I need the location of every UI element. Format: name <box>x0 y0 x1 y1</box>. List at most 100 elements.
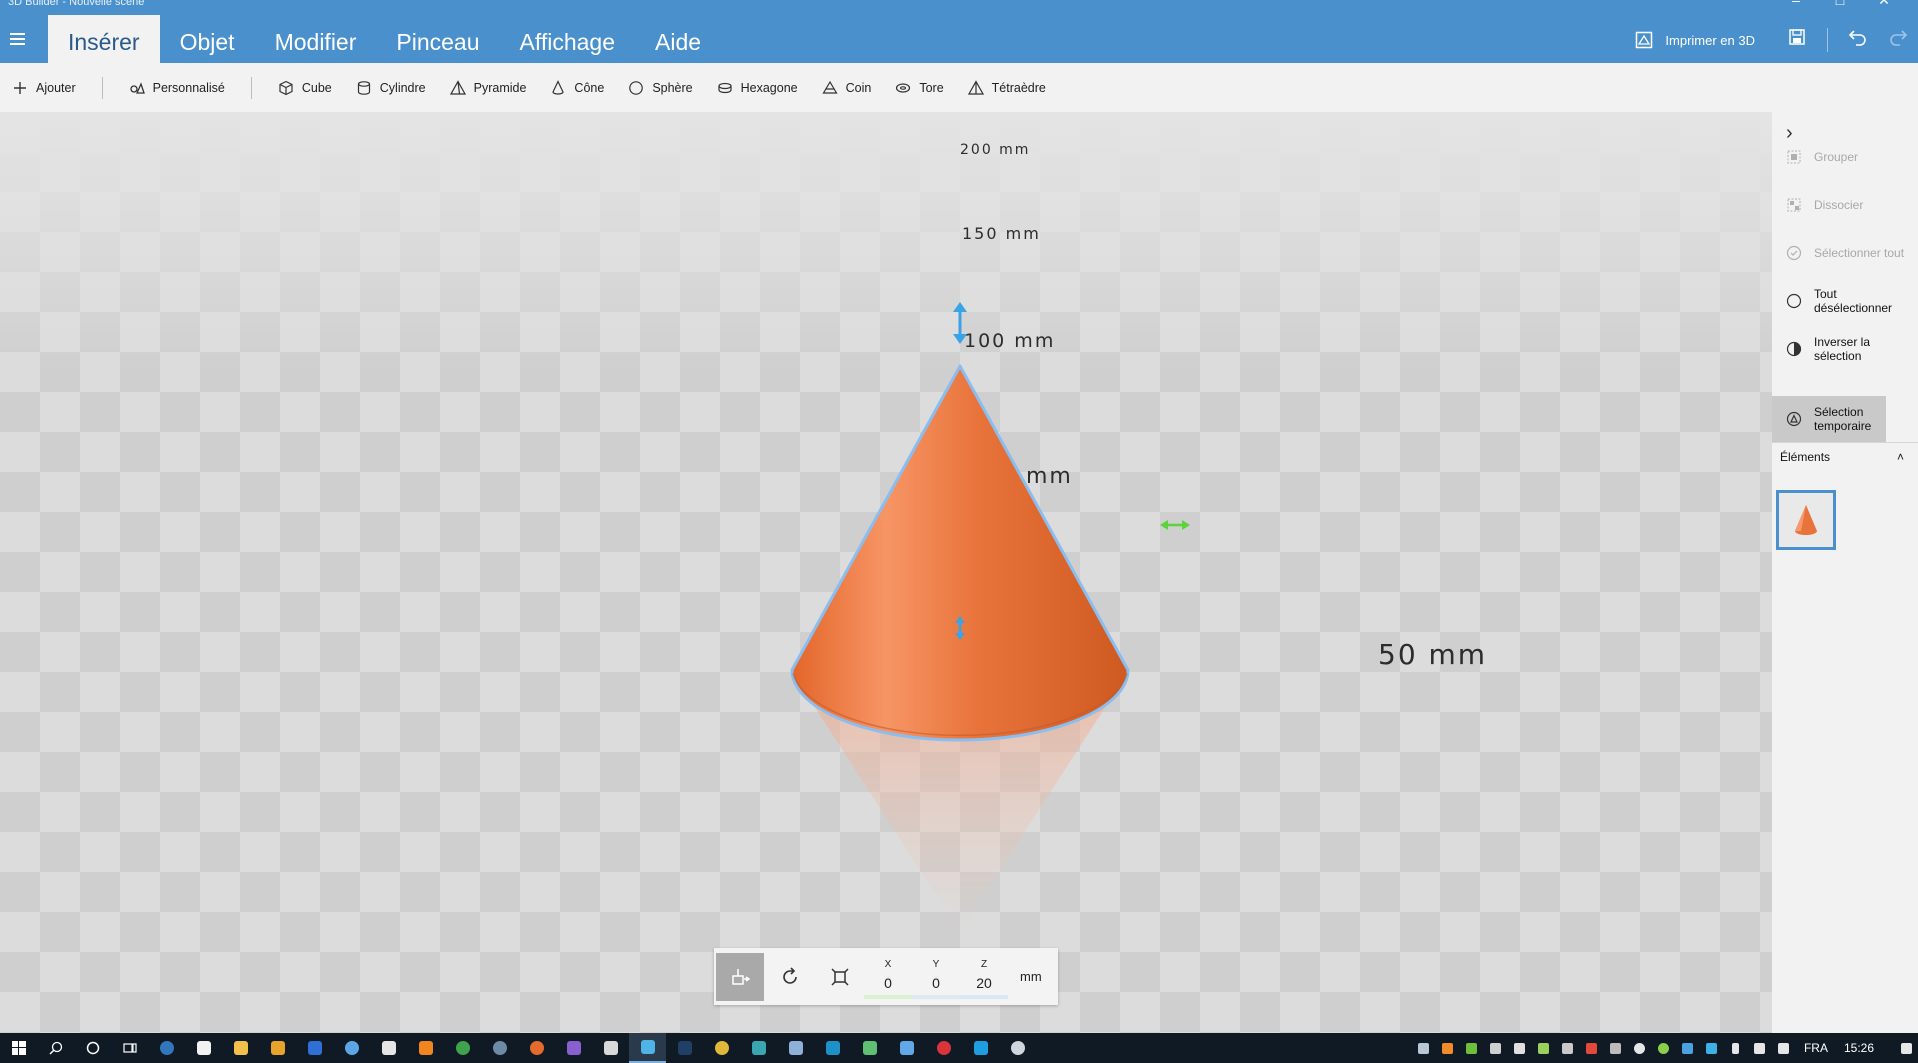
firefox-app-icon[interactable] <box>518 1033 555 1063</box>
tab-pinceau[interactable]: Pinceau <box>376 15 499 63</box>
edge-app-icon[interactable] <box>148 1033 185 1063</box>
tab-inserer[interactable]: Insérer <box>48 15 160 63</box>
tray-app-icon[interactable] <box>1484 1033 1508 1063</box>
element-thumbnail-cone[interactable] <box>1776 490 1836 550</box>
window-controls: – □ ✕ <box>1774 0 1906 9</box>
select-all-button[interactable]: Sélectionner tout <box>1772 230 1918 276</box>
shape-cylinder-button[interactable]: Cylindre <box>344 63 438 112</box>
teal-app-icon[interactable] <box>740 1033 777 1063</box>
tab-modifier[interactable]: Modifier <box>255 15 377 63</box>
search-icon[interactable] <box>37 1033 74 1063</box>
azure-app-icon[interactable] <box>888 1033 925 1063</box>
chrome-app-icon[interactable] <box>703 1033 740 1063</box>
3d-viewport[interactable]: 200 mm 150 mm 100 mm mm 50 mm <box>0 112 1772 1033</box>
print-3d-icon <box>1636 31 1653 49</box>
grey-app-icon[interactable] <box>999 1033 1036 1063</box>
tray-app-icon[interactable] <box>1604 1033 1628 1063</box>
rotate-mode-button[interactable] <box>766 953 814 1001</box>
explorer-app-icon[interactable] <box>222 1033 259 1063</box>
tray-app-icon[interactable] <box>1436 1033 1460 1063</box>
ungroup-button[interactable]: Dissocier <box>1772 182 1918 228</box>
chevron-up-icon[interactable]: ˄ <box>1897 450 1904 464</box>
cortana-icon[interactable] <box>74 1033 111 1063</box>
notifications-icon[interactable] <box>1894 1033 1918 1063</box>
blue-app-icon[interactable] <box>296 1033 333 1063</box>
store-app-icon[interactable] <box>185 1033 222 1063</box>
shape-torus-button[interactable]: Tore <box>883 63 955 112</box>
elements-header[interactable]: Éléments ˄ <box>1772 442 1918 470</box>
tray-app-icon[interactable] <box>1676 1033 1700 1063</box>
width-handle-icon[interactable] <box>1160 520 1190 530</box>
deselect-all-button[interactable]: Tout désélectionner <box>1772 278 1918 324</box>
x-coordinate-field[interactable]: X 0 <box>864 953 912 1001</box>
cone-object[interactable] <box>790 364 1130 742</box>
temporary-selection-button[interactable]: Sélection temporaire <box>1772 396 1886 442</box>
y-coordinate-field[interactable]: Y 0 <box>912 953 960 1001</box>
green-app-icon[interactable] <box>444 1033 481 1063</box>
battery-icon[interactable] <box>1724 1033 1748 1063</box>
x-axis-label: X <box>884 958 892 970</box>
steam-app-icon[interactable] <box>481 1033 518 1063</box>
tray-app-icon[interactable] <box>1412 1033 1436 1063</box>
language-indicator[interactable]: FRA <box>1804 1041 1828 1055</box>
start-button-icon[interactable] <box>0 1033 37 1063</box>
shape-cone-button[interactable]: Cône <box>538 63 616 112</box>
add-button[interactable]: Ajouter <box>0 63 88 112</box>
tray-app-icon[interactable] <box>1460 1033 1484 1063</box>
plus-icon <box>14 81 26 94</box>
tab-aide[interactable]: Aide <box>635 15 721 63</box>
cyan-app-icon[interactable] <box>814 1033 851 1063</box>
move-mode-button[interactable] <box>716 952 764 1001</box>
media-app-icon[interactable] <box>259 1033 296 1063</box>
red-app-icon[interactable] <box>925 1033 962 1063</box>
twitch-app-icon[interactable] <box>555 1033 592 1063</box>
vlc-app-icon[interactable] <box>407 1033 444 1063</box>
shape-label: Cube <box>301 80 332 95</box>
ribbon-tabs: Insérer Objet Modifier Pinceau Affichage… <box>48 15 721 63</box>
hamburger-menu-icon[interactable] <box>10 28 32 50</box>
invert-selection-button[interactable]: Inverser la sélection <box>1772 326 1918 372</box>
redo-icon[interactable] <box>1878 28 1918 52</box>
camera-app-icon[interactable] <box>592 1033 629 1063</box>
tool-app-icon[interactable] <box>777 1033 814 1063</box>
tray-app-icon[interactable] <box>1628 1033 1652 1063</box>
shape-label: Tore <box>919 80 944 95</box>
print-3d-button[interactable]: Imprimer en 3D <box>1635 31 1755 49</box>
c-app-icon[interactable] <box>962 1033 999 1063</box>
maximize-icon[interactable]: □ <box>1818 0 1862 8</box>
shape-cube-button[interactable]: Cube <box>266 63 344 112</box>
minimize-icon[interactable]: – <box>1774 0 1818 8</box>
shape-hexagon-button[interactable]: Hexagone <box>705 63 810 112</box>
tray-app-icon[interactable] <box>1580 1033 1604 1063</box>
shape-sphere-button[interactable]: Sphère <box>616 63 704 112</box>
group-button[interactable]: Grouper <box>1772 134 1918 180</box>
3d-builder-app-icon[interactable] <box>629 1033 666 1063</box>
pen-app-icon[interactable] <box>851 1033 888 1063</box>
tab-affichage[interactable]: Affichage <box>500 15 635 63</box>
clock[interactable]: 15:26 <box>1844 1041 1874 1055</box>
height-handle-icon[interactable] <box>953 302 967 344</box>
z-coordinate-field[interactable]: Z 20 <box>960 953 1008 1001</box>
cylinder-icon <box>357 80 370 95</box>
tray-app-icon[interactable] <box>1652 1033 1676 1063</box>
custom-button[interactable]: Personnalisé <box>117 63 237 112</box>
network-icon[interactable] <box>1748 1033 1772 1063</box>
volume-icon[interactable] <box>1772 1033 1796 1063</box>
tray-app-icon[interactable] <box>1532 1033 1556 1063</box>
tray-app-icon[interactable] <box>1700 1033 1724 1063</box>
undo-icon[interactable] <box>1838 28 1878 52</box>
close-icon[interactable]: ✕ <box>1862 0 1906 9</box>
scale-mode-button[interactable] <box>816 953 864 1001</box>
photoshop-app-icon[interactable] <box>666 1033 703 1063</box>
browser-app-icon[interactable] <box>333 1033 370 1063</box>
shape-wedge-button[interactable]: Coin <box>810 63 884 112</box>
tray-app-icon[interactable] <box>1508 1033 1532 1063</box>
shape-tetrahedron-button[interactable]: Tétraèdre <box>956 63 1058 112</box>
shape-pyramid-button[interactable]: Pyramide <box>438 63 539 112</box>
task-view-icon[interactable] <box>111 1033 148 1063</box>
save-icon[interactable] <box>1777 28 1817 52</box>
tray-app-icon[interactable] <box>1556 1033 1580 1063</box>
mail-app-icon[interactable] <box>370 1033 407 1063</box>
shape-label: Cylindre <box>379 80 426 95</box>
tab-objet[interactable]: Objet <box>160 15 255 63</box>
